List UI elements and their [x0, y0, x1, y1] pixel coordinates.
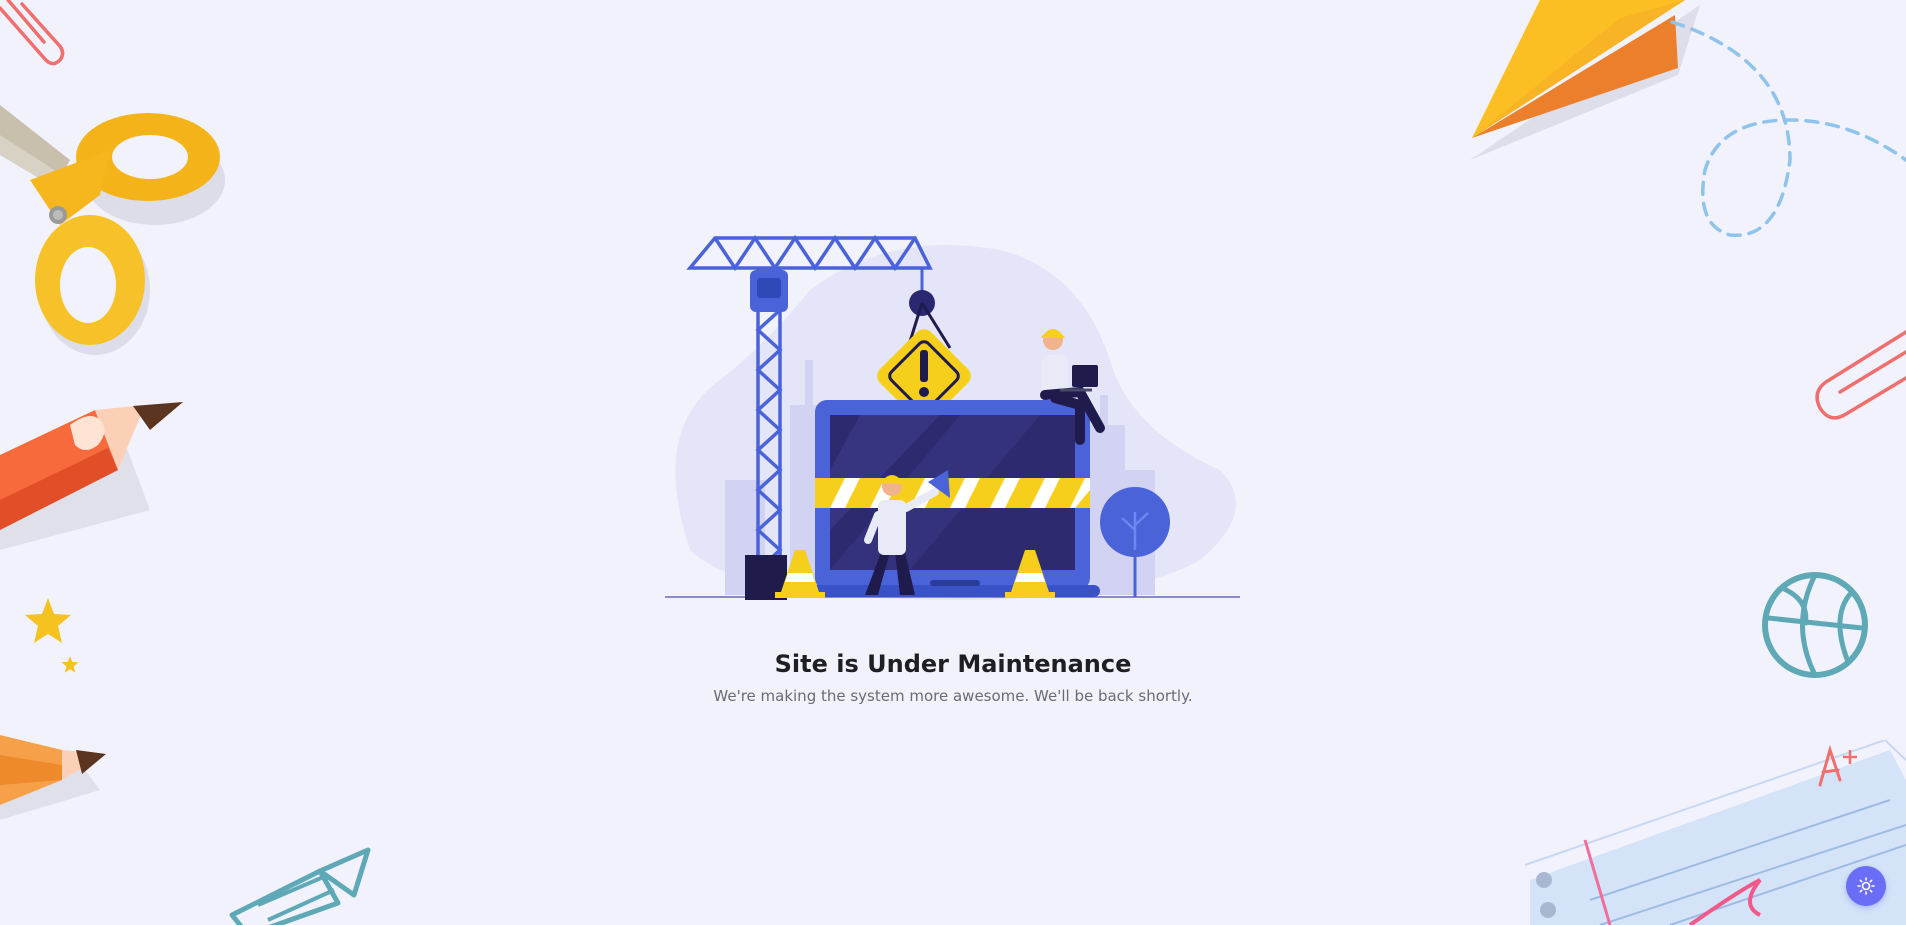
maintenance-page: Site is Under Maintenance We're making t…: [0, 0, 1906, 925]
caution-tape: [815, 478, 1090, 508]
pencil-icon: [229, 847, 371, 925]
theme-toggle-button[interactable]: [1846, 866, 1886, 906]
sun-icon: [1857, 877, 1875, 895]
scissors-icon: [0, 105, 225, 355]
page-title: Site is Under Maintenance: [774, 650, 1132, 678]
pencil-icon: [0, 735, 106, 820]
maintenance-illustration: [665, 234, 1240, 600]
paper-plane-icon: [1470, 0, 1700, 160]
pencil-icon: [0, 402, 183, 550]
maintenance-message: We're making the system more awesome. We…: [713, 687, 1193, 705]
paperclip-icon: [0, 0, 65, 66]
flight-path: [1670, 20, 1906, 237]
notebook-icon: [1524, 740, 1906, 925]
star-icon: [25, 598, 71, 643]
paperclip-icon: [1815, 330, 1906, 420]
